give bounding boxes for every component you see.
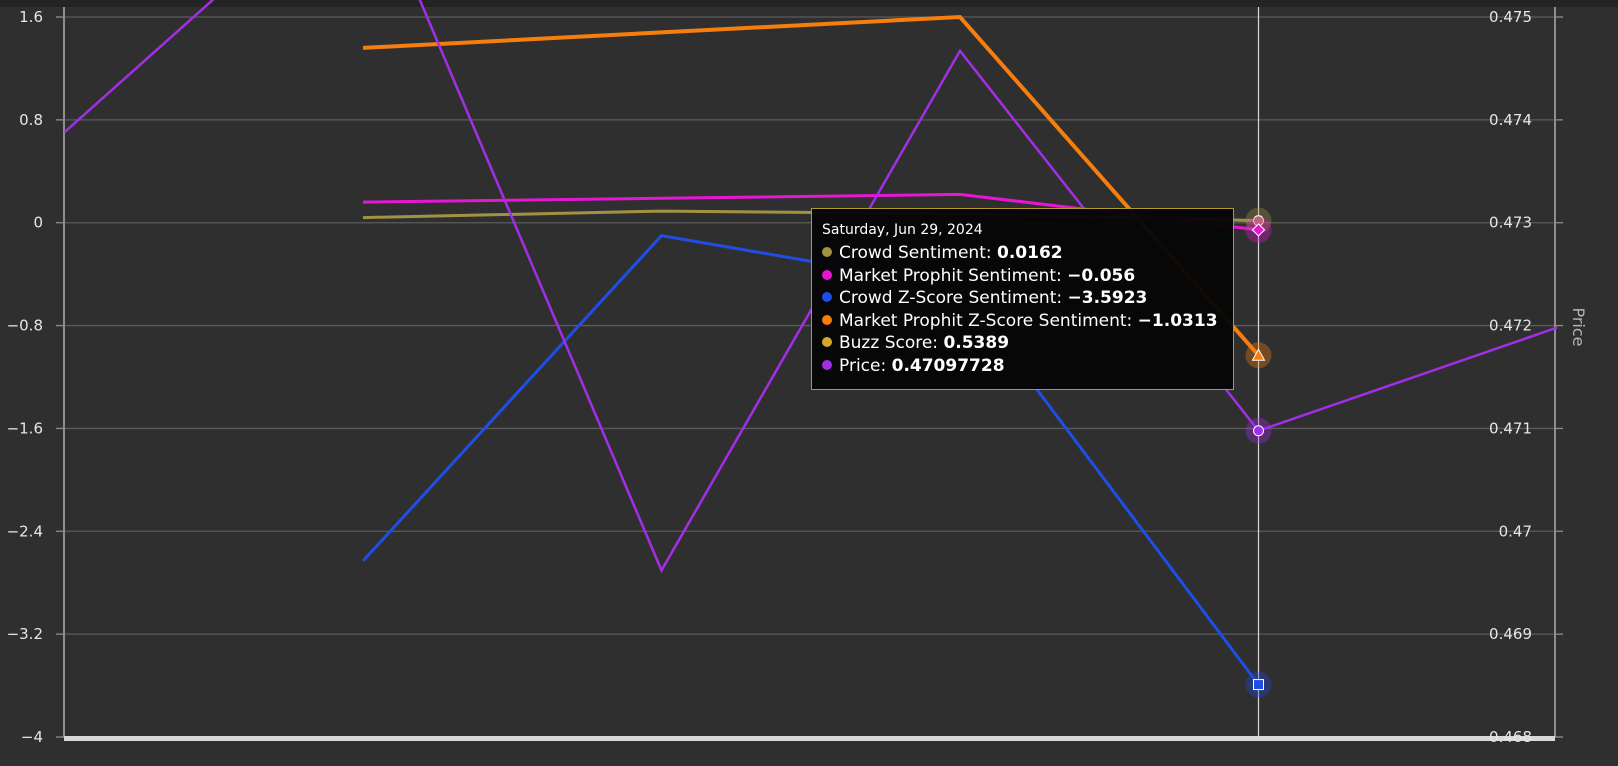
legend-dot-icon [822, 269, 832, 280]
left-tick-label: −3.2 [7, 625, 43, 643]
legend-dot-icon [822, 359, 832, 370]
grid-lines [64, 16, 1555, 738]
left-tick-label: −4 [21, 728, 43, 746]
tooltip-label: Crowd Z-Score Sentiment: [839, 288, 1068, 308]
right-tick-label: 0.473 [1489, 214, 1532, 232]
right-tick-label: 0.471 [1489, 419, 1532, 437]
left-tick-label: −2.4 [7, 522, 43, 540]
tooltip-row-market-prophit-sentiment: Market Prophit Sentiment: −0.056 [822, 265, 1224, 288]
tooltip-row-price: Price: 0.47097728 [822, 355, 1224, 378]
tooltip-value: −3.5923 [1067, 288, 1148, 308]
tooltip-value: 0.0162 [997, 243, 1063, 263]
tooltip-value: 0.5389 [943, 333, 1010, 353]
marker-crowd-z-score-sentiment [1253, 679, 1264, 691]
tooltip-value: 0.47097728 [891, 355, 1005, 376]
tooltip-label: Buzz Score: [839, 333, 944, 353]
tooltip-label: Price: [839, 355, 892, 376]
x-axis-line [64, 736, 1555, 741]
right-tick-label: 0.475 [1489, 8, 1532, 26]
right-tick-label: 0.468 [1489, 728, 1532, 746]
chart-tooltip: Saturday, Jun 29, 2024 Crowd Sentiment: … [811, 208, 1234, 390]
legend-dot-icon [822, 314, 832, 325]
tick-labels: 1.6 0.8 0 −0.8 −1.6 −2.4 −3.2 −4 0.475 0.474 0.473… [7, 8, 1588, 746]
tooltip-value: −0.056 [1067, 265, 1136, 286]
legend-dot-icon [822, 292, 832, 302]
left-tick-label: 1.6 [19, 8, 43, 26]
tooltip-row-market-prophit-zscore-sentiment: Market Prophit Z-Score Sentiment: −1.031… [822, 310, 1224, 333]
tooltip-row-crowd-sentiment: Crowd Sentiment: 0.0162 [822, 242, 1224, 265]
chart-canvas[interactable]: 1.6 0.8 0 −0.8 −1.6 −2.4 −3.2 −4 0.475 0.474 0.473… [0, 0, 1618, 766]
legend-dot-icon [822, 247, 832, 257]
top-bar [0, 0, 1618, 7]
left-tick-label: 0.8 [19, 111, 43, 129]
marker-price [1253, 425, 1264, 437]
tooltip-label: Crowd Sentiment: [839, 243, 997, 263]
tooltip-label: Market Prophit Z-Score Sentiment: [839, 310, 1138, 331]
tooltip-value: −1.0313 [1137, 310, 1218, 331]
left-tick-label: −0.8 [7, 317, 43, 335]
axes [0, 0, 1618, 741]
right-axis-title: Price [1569, 307, 1588, 346]
left-tick-label: −1.6 [7, 419, 43, 437]
sentiment-chart[interactable]: 1.6 0.8 0 −0.8 −1.6 −2.4 −3.2 −4 0.475 0.474 0.473… [0, 0, 1618, 766]
right-tick-label: 0.472 [1489, 317, 1532, 335]
tooltip-row-buzz-score: Buzz Score: 0.5389 [822, 332, 1224, 355]
tooltip-row-crowd-zscore-sentiment: Crowd Z-Score Sentiment: −3.5923 [822, 287, 1224, 310]
tooltip-label: Market Prophit Sentiment: [839, 265, 1068, 286]
right-tick-label: 0.47 [1499, 522, 1532, 540]
right-tick-label: 0.469 [1489, 625, 1532, 643]
legend-dot-icon [822, 337, 832, 347]
left-tick-label: 0 [33, 214, 43, 232]
tooltip-date: Saturday, Jun 29, 2024 [822, 222, 983, 238]
right-tick-label: 0.474 [1489, 111, 1532, 129]
